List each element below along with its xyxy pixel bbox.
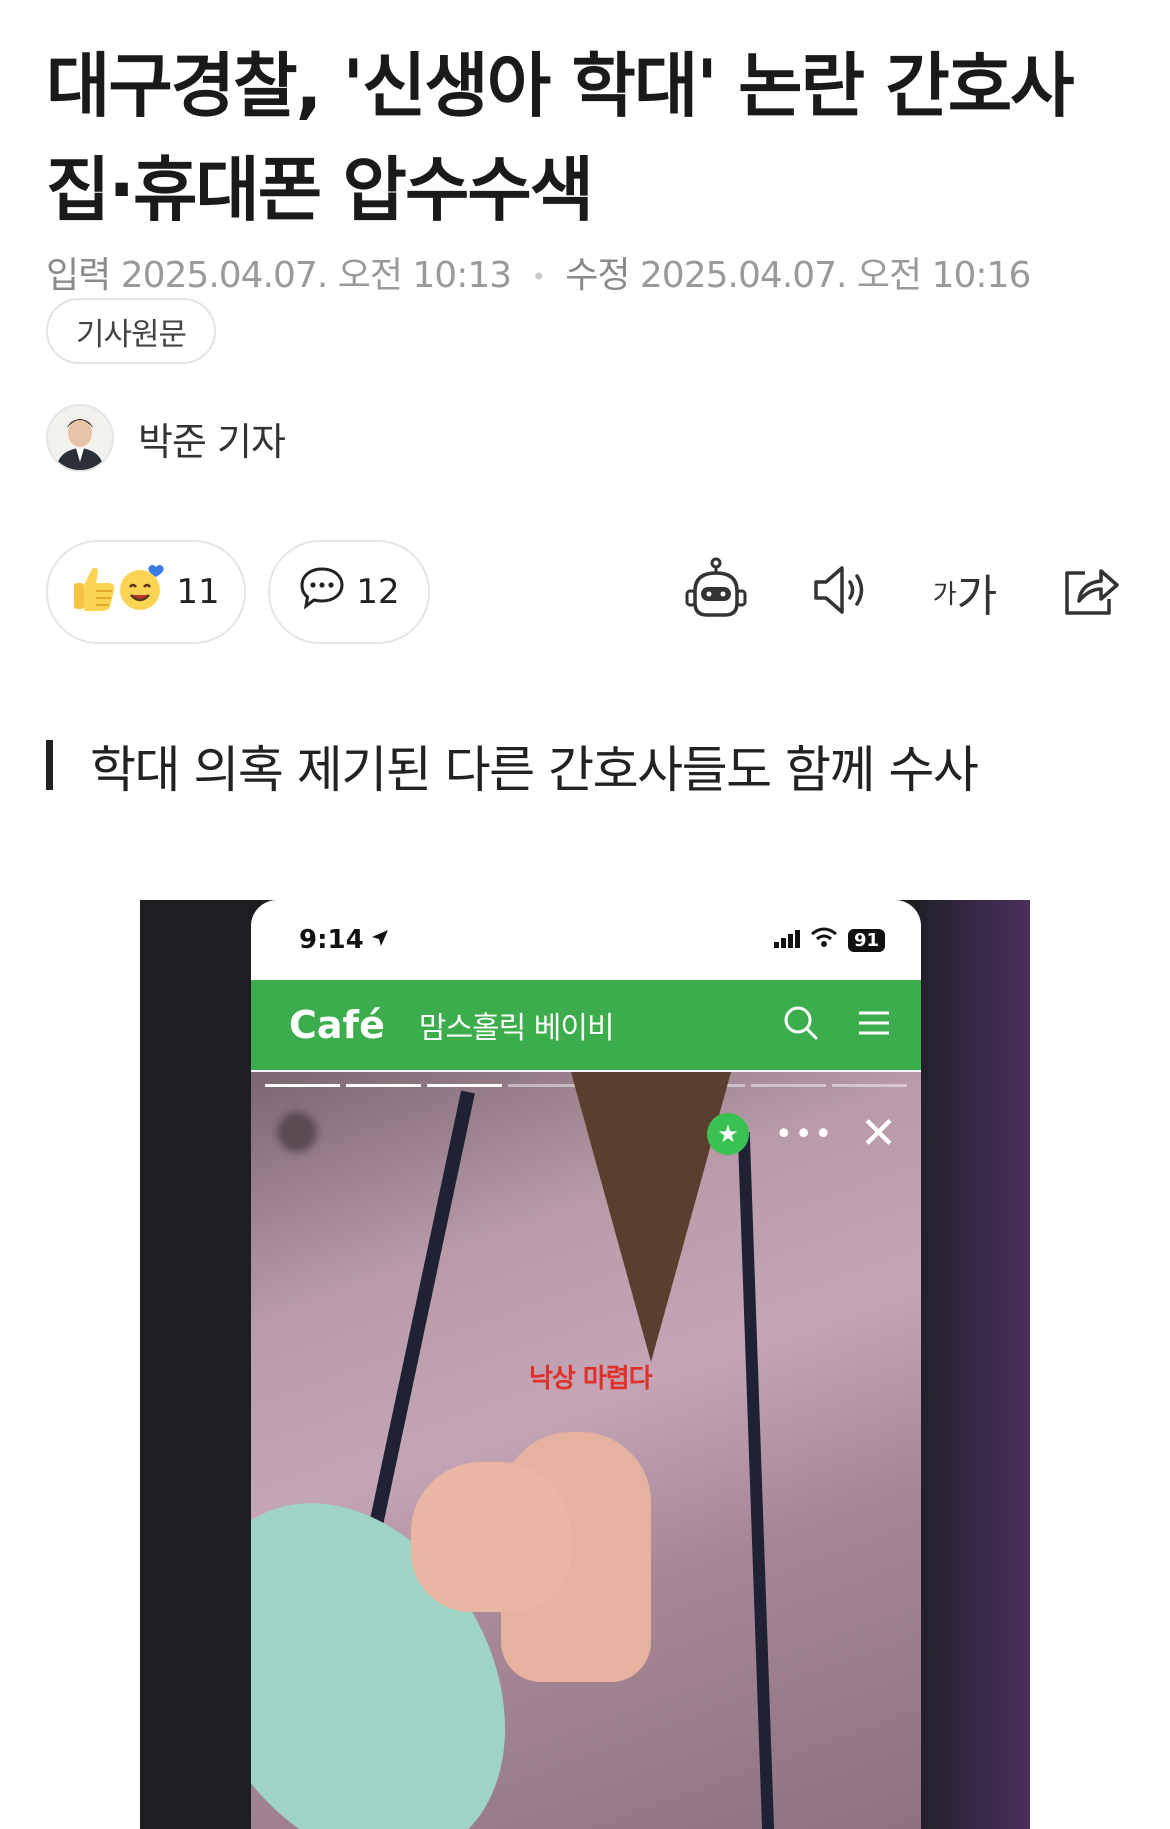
original-article-button[interactable]: 기사원문 [46, 298, 216, 364]
wifi-icon [810, 925, 838, 955]
subheadline-bar [46, 740, 53, 790]
edit-time: 2025.04.07. 오전 10:16 [639, 255, 1031, 296]
story-controls: ★ ••• ✕ [707, 1112, 897, 1156]
cafe-logo: Café [289, 1003, 385, 1047]
robot-summary-button[interactable] [676, 552, 756, 632]
close-icon: ✕ [860, 1108, 897, 1159]
story-author-avatar [277, 1112, 317, 1152]
thumbs-up-emoji-icon [72, 563, 116, 622]
robot-summary-icon [681, 555, 751, 629]
comment-icon [298, 565, 346, 620]
edit-label: 수정 [565, 255, 630, 296]
share-button[interactable] [1050, 552, 1130, 632]
photo-lanyard-right [737, 1132, 777, 1829]
location-arrow-icon [370, 925, 390, 955]
listen-button[interactable] [800, 552, 880, 632]
share-icon [1059, 561, 1121, 623]
reporter-avatar[interactable] [46, 404, 114, 472]
font-size-icon-large: 가 [956, 571, 998, 622]
article-photo[interactable]: 9:14 91 Café 맘스홀릭 베이비 낙상 마렵다 ★ ••• ✕ [140, 900, 1030, 1829]
photo-background-edge [920, 900, 1030, 1829]
phone-screenshot: 9:14 91 Café 맘스홀릭 베이비 낙상 마렵다 ★ ••• ✕ [251, 900, 921, 1829]
reporter-name[interactable]: 박준 기자 [138, 411, 286, 466]
subheadline: 학대 의혹 제기된 다른 간호사들도 함께 수사 [90, 741, 979, 799]
phone-time: 9:14 [299, 925, 364, 955]
comment-button[interactable]: 12 [268, 540, 430, 644]
input-time: 2025.04.07. 오전 10:13 [120, 255, 512, 296]
reaction-button[interactable]: 11 [46, 540, 246, 644]
reporter-info[interactable]: 박준 기자 [46, 404, 286, 472]
cafe-header: Café 맘스홀릭 베이비 [251, 980, 921, 1070]
phone-status-bar: 9:14 91 [251, 900, 921, 980]
cafe-name: 맘스홀릭 베이비 [418, 1011, 615, 1046]
font-size-icon: 가 [932, 579, 957, 610]
meta-separator: • [531, 263, 546, 291]
smile-emoji-icon [116, 563, 166, 622]
story-image: 낙상 마렵다 ★ ••• ✕ [251, 1072, 921, 1829]
signal-icon [773, 925, 802, 955]
font-size-button[interactable]: 가가 [920, 552, 1010, 632]
menu-icon [857, 1008, 891, 1042]
article-headline: 대구경찰, '신생아 학대' 논란 간호사 집·휴대폰 압수수색 [46, 45, 1075, 231]
more-icon: ••• [775, 1116, 835, 1152]
search-icon [781, 1003, 821, 1047]
article-meta: 입력 2025.04.07. 오전 10:13 • 수정 2025.04.07.… [46, 246, 1031, 298]
comment-count: 12 [356, 572, 400, 612]
reaction-count: 11 [176, 572, 220, 612]
input-label: 입력 [46, 255, 111, 296]
overlay-caption: 낙상 마렵다 [529, 1364, 653, 1394]
speaker-icon [808, 560, 872, 624]
star-icon: ★ [707, 1113, 750, 1155]
photo-hand-left [411, 1462, 571, 1612]
battery-level: 91 [847, 928, 885, 952]
